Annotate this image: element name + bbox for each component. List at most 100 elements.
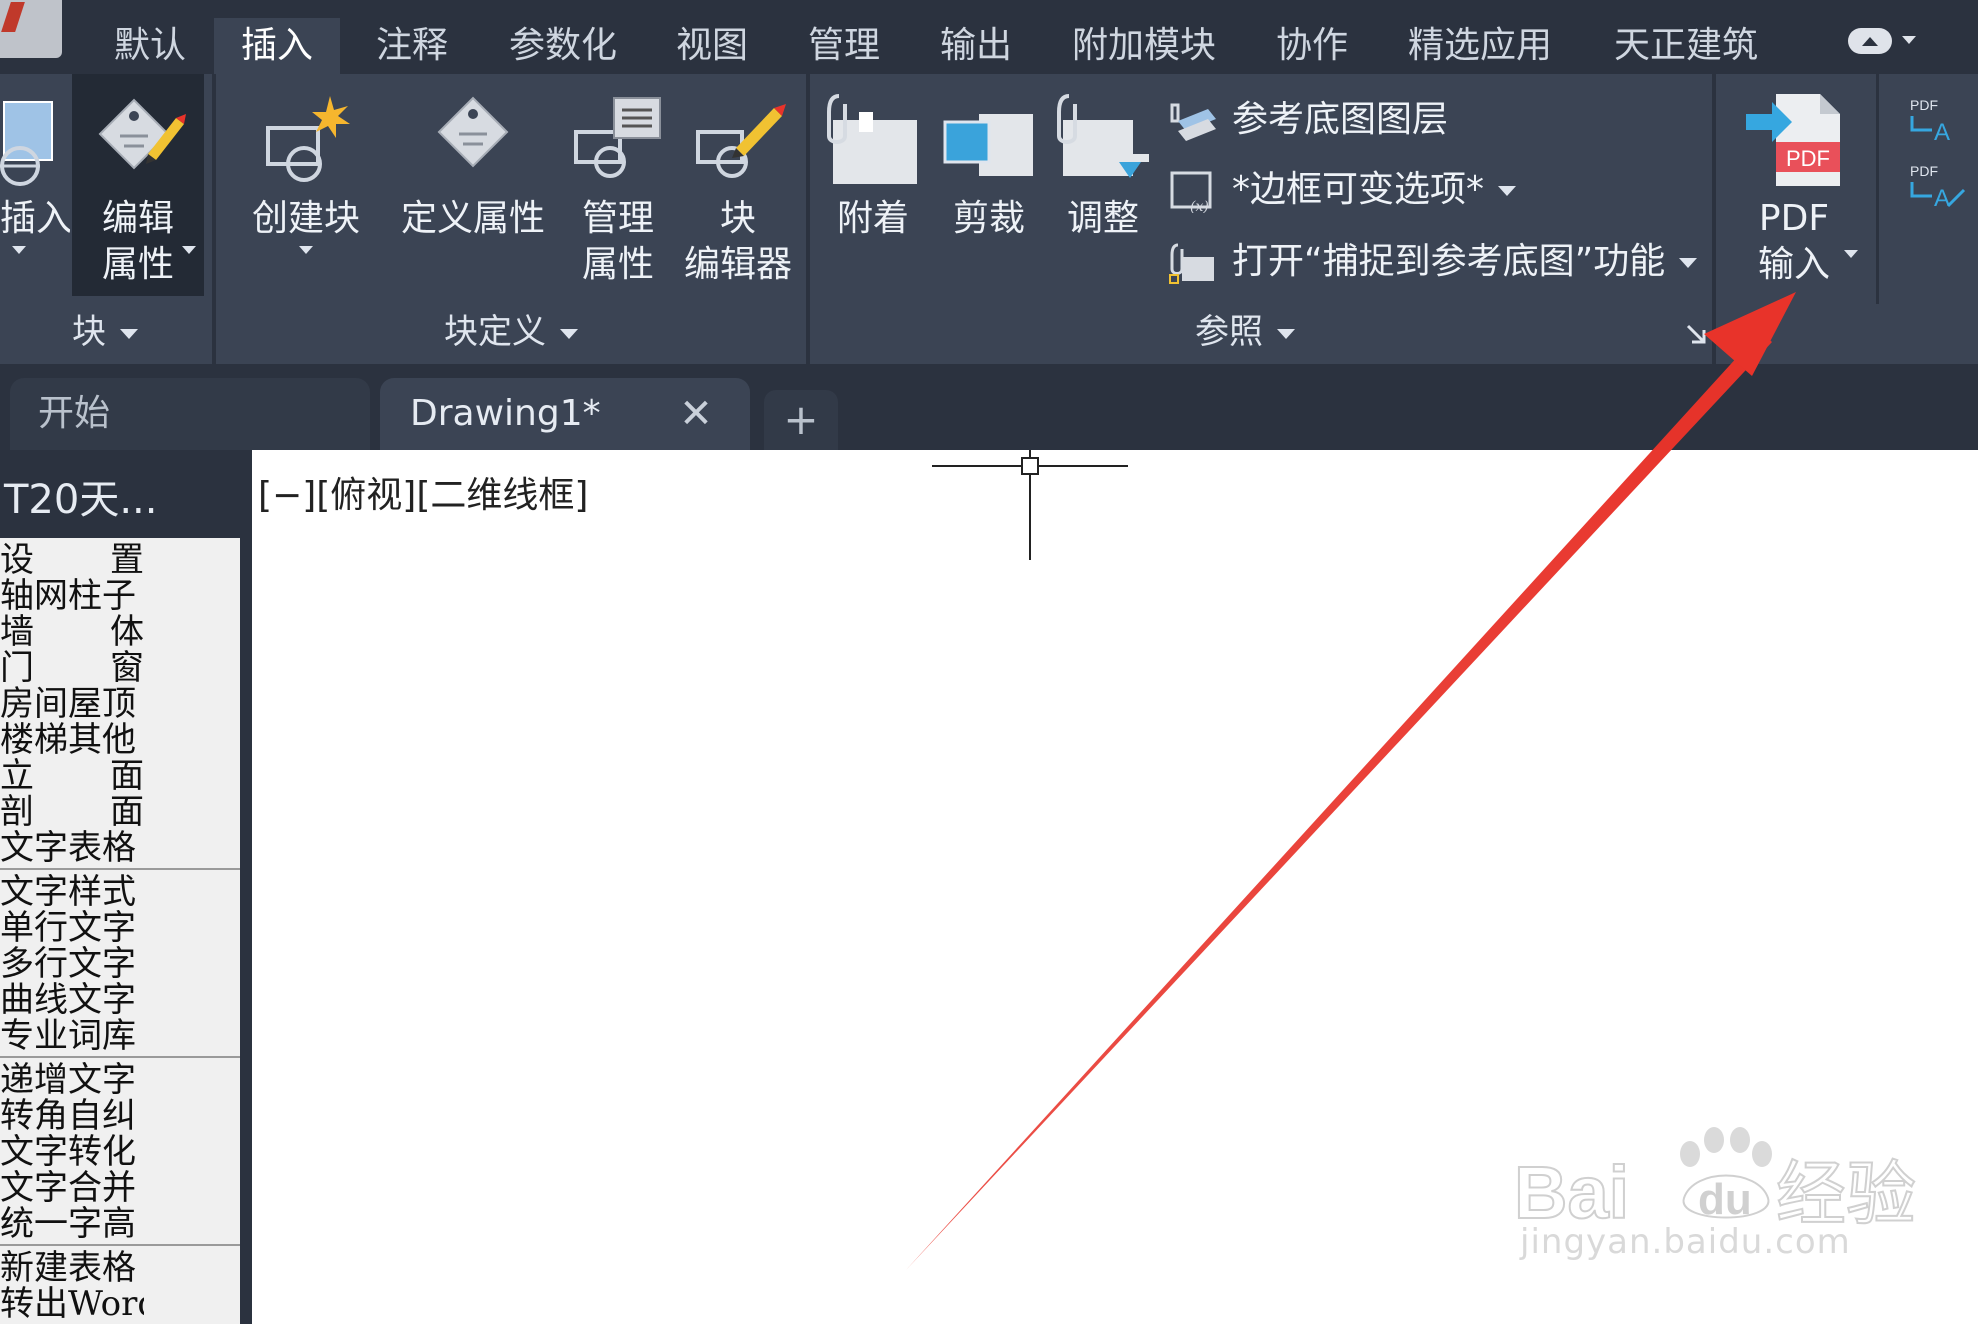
chevron-down-icon[interactable] [299,246,313,254]
chevron-down-icon[interactable] [1844,250,1858,258]
block-editor-icon [696,104,786,178]
tab-insert[interactable]: 插入 [214,18,340,74]
define-attributes-label: 定义属性 [400,198,545,239]
snap-to-underlay-dropdown[interactable]: 打开“捕捉到参考底图”功能 [1168,234,1698,290]
tab-manage[interactable]: 管理 [798,18,890,74]
panel-block-title: 块 [72,312,106,352]
menu-item-rooms-roofs[interactable]: 房间屋顶 [0,686,144,722]
application-menu-button[interactable] [0,0,62,58]
panel-reference-footer[interactable]: 参照 [810,304,1680,360]
edit-attributes-label-1: 编辑 [101,198,174,239]
menu-item-stairs-other[interactable]: 楼梯其他 [0,722,144,758]
ribbon-minimize-icon[interactable] [1848,28,1892,54]
tianzheng-menu-list: 设置 轴网柱子 墙体 门窗 房间屋顶 楼梯其他 立面 剖面 文字表格 文字样式 … [0,538,240,1324]
chevron-down-icon [560,328,578,339]
tab-start[interactable]: 开始 [10,378,370,450]
menu-item-text-convert[interactable]: 文字转化 [0,1134,144,1170]
pdf-import-button[interactable]: PDF PDF 输入 [1730,74,1858,288]
chevron-down-icon[interactable] [12,246,26,254]
menu-item-doors-windows[interactable]: 门窗 [0,650,144,686]
menu-item-export-word[interactable]: 转出Word [0,1286,144,1322]
pdf-text-icon: PDF A [1910,97,1950,146]
insert-block-button[interactable]: 插入 [0,74,70,254]
svg-text:(x): (x) [1190,199,1209,213]
menu-item-section[interactable]: 剖面 [0,794,144,830]
edit-attributes-button[interactable]: 编辑 属性 [72,74,204,296]
svg-text:du: du [1698,1175,1752,1224]
panel-block-definition-footer[interactable]: 块定义 [216,304,806,360]
panel-reference-title: 参照 [1195,312,1263,352]
menu-divider [0,1056,240,1058]
create-block-icon [266,96,350,182]
manage-attributes-icon [574,97,661,178]
new-tab-button[interactable]: + [764,390,838,450]
menu-divider [0,868,240,870]
menu-item-single-line-text[interactable]: 单行文字 [0,910,144,946]
chevron-down-icon[interactable] [1902,36,1916,44]
tab-tianzheng[interactable]: 天正建筑 [1606,18,1766,74]
tab-collaborate[interactable]: 协作 [1266,18,1358,74]
ribbon: 插入 编辑 属性 块 创建块 定义属性 管理 属性 块 编辑器 块定义 附着 剪… [0,74,1978,364]
viewport-controls[interactable]: [−][俯视][二维线框] [258,466,588,518]
svg-text:PDF: PDF [1910,163,1938,179]
frame-variable-dropdown[interactable]: (x) *边框可变选项* [1168,162,1517,218]
drawing-canvas[interactable]: [−][俯视][二维线框] Bai du 经验 jingyan.baidu.co… [248,450,1978,1324]
pdf-import-label-2: 输入 [1757,244,1830,285]
tag-icon [437,96,509,168]
chevron-down-icon[interactable] [182,246,196,254]
underlay-layers-label: 参考底图图层 [1232,99,1449,140]
tab-parametric[interactable]: 参数化 [500,18,626,74]
tianzheng-panel-title[interactable]: T20天... [0,462,248,538]
clip-button[interactable]: 剪裁 [936,74,1042,242]
panel-block-definition-title: 块定义 [444,312,546,352]
tianzheng-menu-panel: T20天... 设置 轴网柱子 墙体 门窗 房间屋顶 楼梯其他 立面 剖面 文字… [0,450,248,1324]
panel-block-footer[interactable]: 块 [0,304,210,360]
snap-to-underlay-label: 打开“捕捉到参考底图”功能 [1232,241,1666,282]
create-block-label: 创建块 [251,198,360,239]
panel-launcher-icon[interactable] [1686,324,1708,346]
create-block-button[interactable]: 创建块 [246,74,366,254]
chevron-down-icon [1498,186,1517,196]
menu-item-text-merge[interactable]: 文字合并 [0,1170,144,1206]
menu-item-elevation[interactable]: 立面 [0,758,144,794]
menu-item-new-table[interactable]: 新建表格 [0,1250,144,1286]
adjust-label: 调整 [1066,198,1139,239]
menu-item-multiline-text[interactable]: 多行文字 [0,946,144,982]
menu-item-text-style[interactable]: 文字样式 [0,874,144,910]
underlay-layers-button[interactable]: 参考底图图层 [1168,92,1448,148]
define-attributes-button[interactable]: 定义属性 [398,74,548,242]
pdf-shx-text-button[interactable]: PDF A [1904,160,1978,212]
tab-featured-apps[interactable]: 精选应用 [1400,18,1560,74]
tab-addins[interactable]: 附加模块 [1064,18,1224,74]
menu-item-text-tables[interactable]: 文字表格 [0,830,144,866]
tab-default[interactable]: 默认 [104,18,196,74]
close-icon[interactable]: ✕ [676,378,716,450]
tab-output[interactable]: 输出 [930,18,1022,74]
menu-item-settings[interactable]: 设置 [0,542,144,578]
menu-item-incremental-text[interactable]: 递增文字 [0,1062,144,1098]
pdf-text-import-button[interactable]: PDF A [1904,94,1978,146]
svg-text:A: A [1934,119,1950,146]
menu-item-uniform-height[interactable]: 统一字高 [0,1206,144,1242]
clip-label: 剪裁 [952,198,1025,239]
pdf-shx-text-icon: PDF A [1910,163,1966,212]
block-editor-button[interactable]: 块 编辑器 [680,74,796,288]
document-tab-bar: 开始 Drawing1* ✕ + [0,364,1978,450]
manage-attributes-button[interactable]: 管理 属性 [566,74,670,288]
attach-button[interactable]: 附着 [820,74,926,242]
menu-item-axis-columns[interactable]: 轴网柱子 [0,578,144,614]
menu-item-professional-glossary[interactable]: 专业词库 [0,1018,144,1054]
pdf-import-icon: PDF [1746,94,1840,186]
tab-view[interactable]: 视图 [666,18,758,74]
frame-variable-icon: (x) [1170,171,1212,213]
tab-annotate[interactable]: 注释 [366,18,458,74]
chevron-down-icon [120,328,138,339]
menu-item-rotation-correct[interactable]: 转角自纠 [0,1098,144,1134]
adjust-button[interactable]: 调整 [1050,74,1156,242]
snap-underlay-icon [1169,243,1214,284]
panel-divider [1712,74,1716,364]
underlay-layers-icon [1170,103,1216,141]
menu-item-curved-text[interactable]: 曲线文字 [0,982,144,1018]
ribbon-tab-bar: 默认 插入 注释 参数化 视图 管理 输出 附加模块 协作 精选应用 天正建筑 [0,0,1978,74]
menu-item-walls[interactable]: 墙体 [0,614,144,650]
